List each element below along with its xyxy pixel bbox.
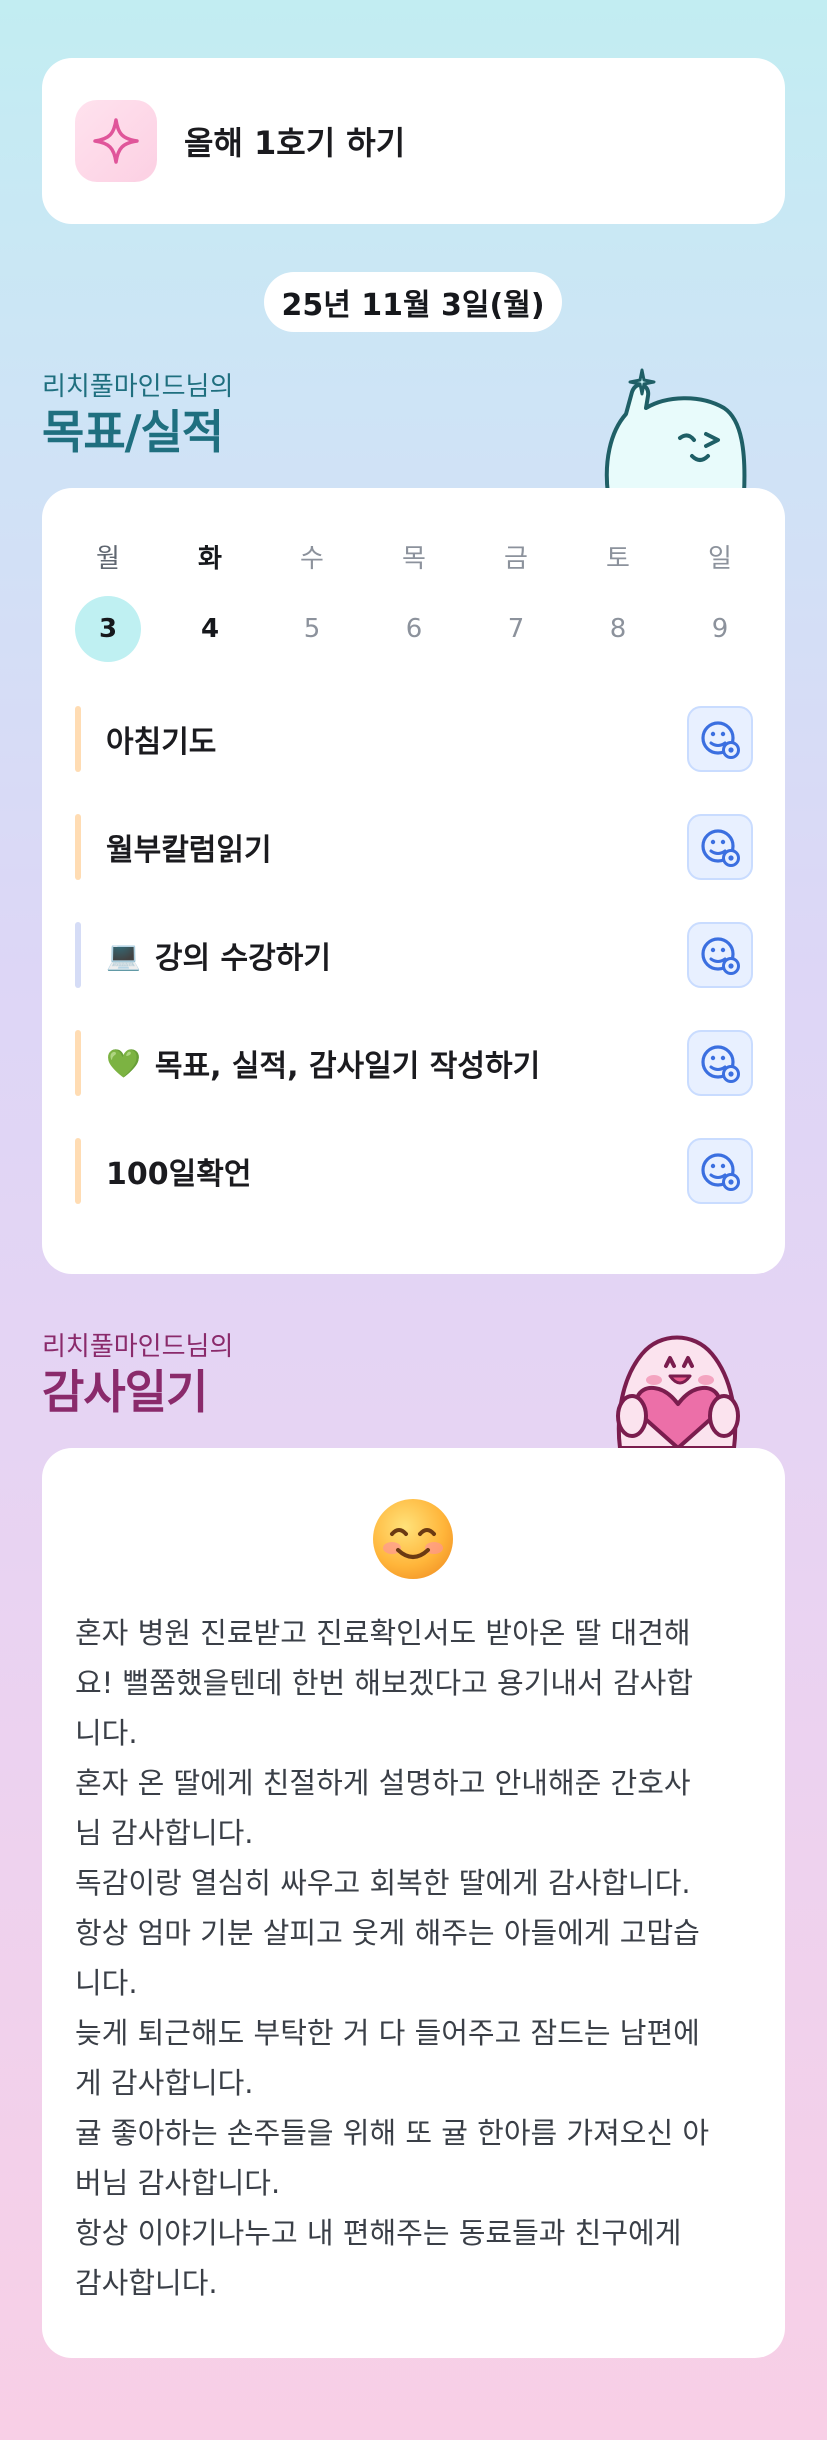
task-color-bar [75, 922, 81, 988]
date-cell[interactable]: 5 [279, 596, 345, 662]
add-reaction-button[interactable] [687, 706, 753, 772]
mascot-thumbs-up-illustration [604, 368, 747, 494]
weekday-label: 금 [504, 544, 528, 574]
date-row: 3 4 5 6 7 8 9 [75, 596, 753, 662]
green-heart-emoji-icon: 💚 [106, 1046, 141, 1080]
date-cell[interactable]: 4 [177, 596, 243, 662]
sparkle-icon [75, 100, 157, 182]
add-reaction-button[interactable] [687, 1030, 753, 1096]
goals-section-title: 목표/실적 [42, 405, 224, 459]
task-color-bar [75, 706, 81, 772]
smiley-add-icon [701, 1045, 740, 1083]
task-color-bar [75, 814, 81, 880]
weekday-label: 월 [96, 544, 120, 574]
task-row[interactable]: 💚 목표, 실적, 감사일기 작성하기 [75, 1030, 753, 1096]
weekday-label: 화 [198, 544, 222, 574]
smiling-face-icon [373, 1499, 453, 1579]
add-reaction-button[interactable] [687, 814, 753, 880]
smiley-add-icon [701, 829, 740, 867]
mascot-heart-illustration [616, 1335, 740, 1448]
date-cell[interactable]: 6 [381, 596, 447, 662]
gratitude-section-title: 감사일기 [42, 1365, 208, 1419]
task-label: 월부칼럼읽기 [106, 833, 272, 868]
date-cell[interactable]: 7 [483, 596, 549, 662]
weekday-label: 일 [708, 544, 732, 574]
smiley-add-icon [701, 1153, 740, 1191]
date-selector[interactable]: 25년 11월 3일(월) [264, 272, 562, 332]
weekday-label: 수 [300, 544, 324, 574]
date-cell[interactable]: 9 [687, 596, 753, 662]
weekday-row: 월 화 수 목 금 토 일 [75, 538, 753, 575]
weekday-label: 토 [606, 544, 630, 574]
smiley-add-icon [701, 937, 740, 975]
task-label: 100일확언 [106, 1157, 252, 1192]
yearly-goal-card[interactable]: 올해 1호기 하기 [42, 58, 785, 224]
task-label: 아침기도 [106, 725, 217, 760]
laptop-emoji-icon: 💻 [106, 938, 141, 972]
task-label: 강의 수강하기 [154, 941, 331, 976]
yearly-goal-title: 올해 1호기 하기 [184, 124, 406, 162]
task-label: 목표, 실적, 감사일기 작성하기 [154, 1049, 541, 1084]
task-color-bar [75, 1030, 81, 1096]
gratitude-diary-text: 혼자 병원 진료받고 진료확인서도 받아온 딸 대견해 요! 뻘쭘했을텐데 한번… [75, 1616, 710, 2300]
task-row[interactable]: 💻 강의 수강하기 [75, 922, 753, 988]
task-row[interactable]: 100일확언 [75, 1138, 753, 1204]
smiley-add-icon [701, 721, 740, 759]
add-reaction-button[interactable] [687, 1138, 753, 1204]
date-cell-selected[interactable]: 3 [75, 596, 141, 662]
task-color-bar [75, 1138, 81, 1204]
weekday-label: 목 [402, 544, 426, 574]
task-row[interactable]: 월부칼럼읽기 [75, 814, 753, 880]
gratitude-diary-card: 혼자 병원 진료받고 진료확인서도 받아온 딸 대견해 요! 뻘쭘했을텐데 한번… [42, 1448, 785, 2358]
date-cell[interactable]: 8 [585, 596, 651, 662]
add-reaction-button[interactable] [687, 922, 753, 988]
goals-card: 월 화 수 목 금 토 일 3 4 5 6 7 8 9 아침기도 월부칼럼읽기 … [42, 488, 785, 1274]
task-row[interactable]: 아침기도 [75, 706, 753, 772]
